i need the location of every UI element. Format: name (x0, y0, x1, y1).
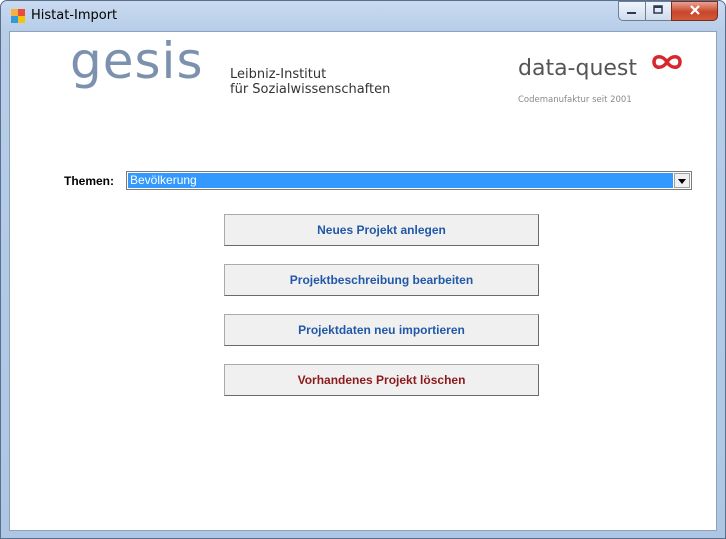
minimize-button[interactable] (618, 1, 646, 21)
edit-description-button[interactable]: Projektbeschreibung bearbeiten (224, 264, 539, 296)
maximize-icon (653, 2, 664, 20)
chevron-down-icon (677, 172, 687, 190)
delete-project-button[interactable]: Vorhandenes Projekt löschen (224, 364, 539, 396)
app-window: Histat-Import gesis Leibniz-Institut für… (0, 0, 726, 539)
themen-selected-value: Bevölkerung (128, 173, 673, 188)
reimport-data-button[interactable]: Projektdaten neu importieren (224, 314, 539, 346)
close-icon (689, 2, 701, 20)
title-bar[interactable]: Histat-Import (1, 1, 725, 31)
minimize-icon (627, 2, 637, 20)
themen-label: Themen: (64, 174, 115, 188)
app-icon (11, 9, 25, 23)
close-button[interactable] (671, 1, 718, 21)
client-area: gesis Leibniz-Institut für Sozialwissens… (9, 31, 717, 531)
dropdown-arrow-button[interactable] (674, 173, 690, 188)
new-project-button[interactable]: Neues Projekt anlegen (224, 214, 539, 246)
leibniz-institute-text: Leibniz-Institut für Sozialwissenschafte… (230, 67, 390, 97)
dataquest-logo: data-quest (518, 56, 638, 81)
gesis-logo: gesis (70, 32, 204, 90)
leibniz-line-2: für Sozialwissenschaften (230, 82, 391, 97)
dataquest-tagline: Codemanufaktur seit 2001 (518, 95, 632, 105)
dataquest-infinity-icon (650, 52, 684, 77)
window-title: Histat-Import (31, 8, 118, 23)
leibniz-line-1: Leibniz-Institut (230, 67, 327, 82)
maximize-button[interactable] (645, 1, 672, 21)
themen-dropdown[interactable]: Bevölkerung (126, 171, 692, 190)
